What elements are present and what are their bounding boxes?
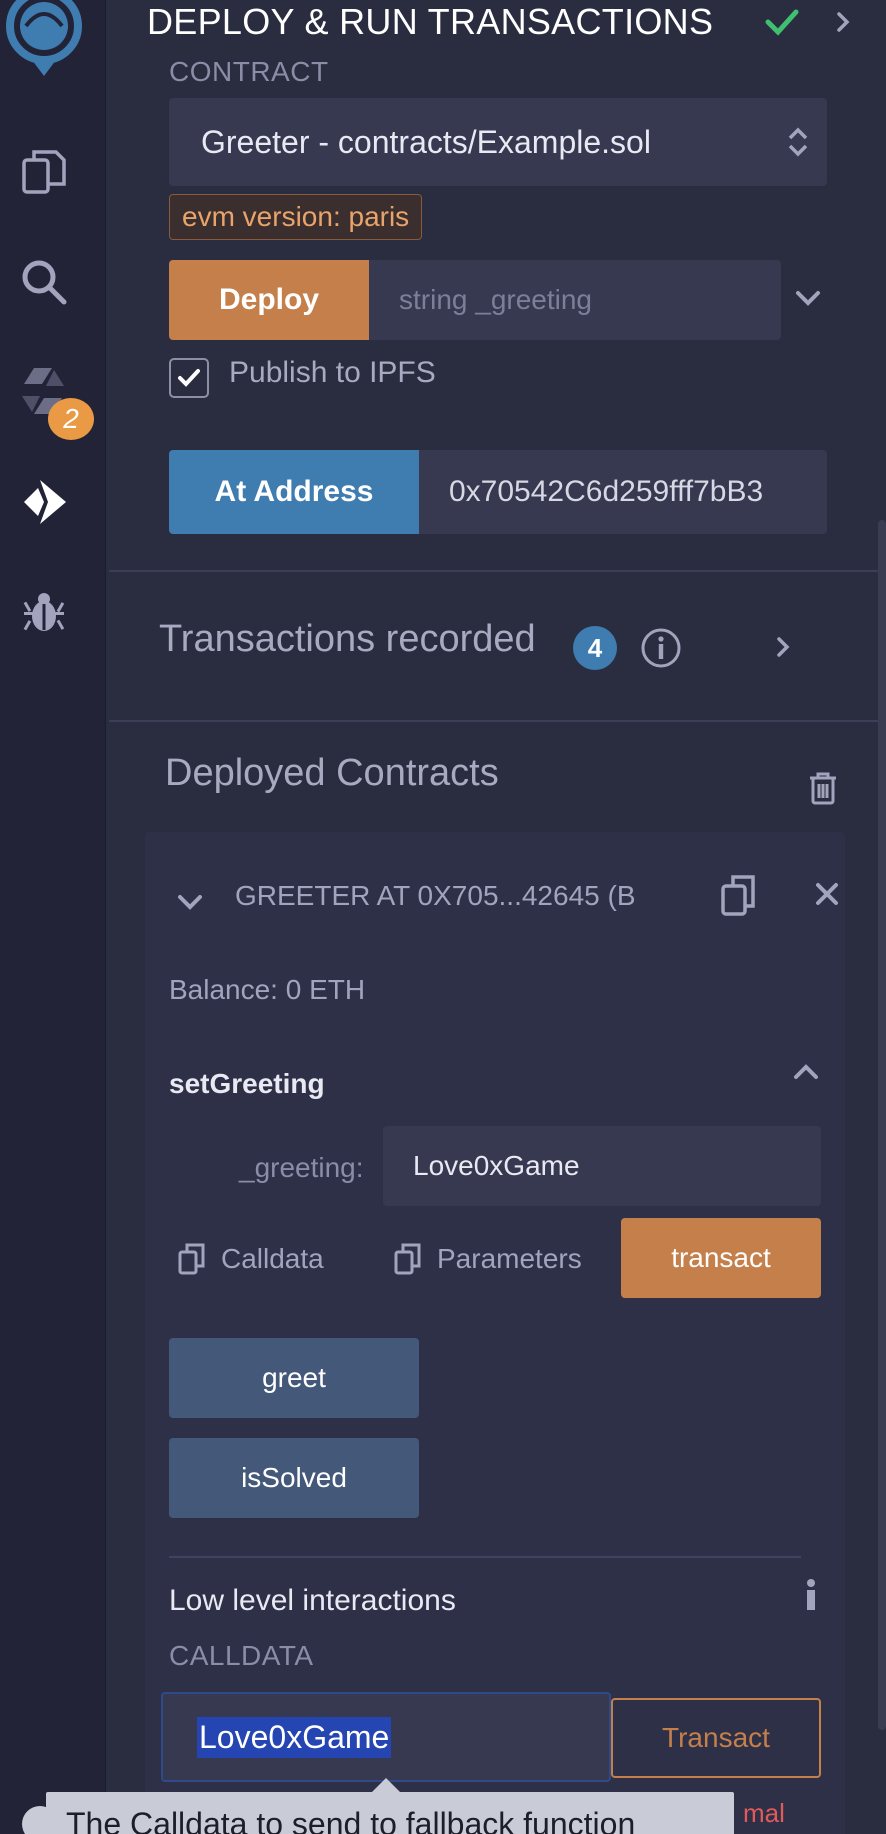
chevron-right-icon[interactable] (829, 8, 857, 36)
panel-title: DEPLOY & RUN TRANSACTIONS (147, 1, 714, 42)
deployed-contracts-title: Deployed Contracts (165, 752, 499, 794)
low-level-title: Low level interactions (169, 1584, 456, 1617)
info-icon[interactable] (639, 626, 683, 670)
chevron-right-icon[interactable] (769, 630, 797, 664)
tooltip-arrow (372, 1778, 400, 1792)
transact-button[interactable]: transact (621, 1218, 821, 1298)
greeting-param-input[interactable]: Love0xGame (383, 1126, 821, 1206)
copy-parameters-button[interactable]: Parameters (393, 1242, 582, 1276)
close-icon[interactable] (813, 880, 841, 908)
calldata-input[interactable]: Love0xGame (161, 1692, 611, 1782)
contract-select-value: Greeter - contracts/Example.sol (201, 123, 651, 160)
trash-icon[interactable] (807, 770, 839, 806)
copy-calldata-button[interactable]: Calldata (177, 1242, 324, 1276)
select-arrows-icon (788, 127, 808, 157)
copy-icon (178, 1243, 205, 1275)
calldata-input-value: Love0xGame (197, 1716, 392, 1758)
contract-label: CONTRACT (169, 56, 329, 87)
issolved-button[interactable]: isSolved (169, 1438, 419, 1518)
remix-logo-icon[interactable] (2, 0, 86, 86)
copy-icon (394, 1243, 421, 1275)
remix-ide: 2 DEPLOY & RUN TRANSACTIONS CONTRACT Gre… (0, 0, 886, 1834)
file-explorer-icon[interactable] (12, 140, 76, 204)
instance-title[interactable]: GREETER AT 0X705...42645 (B (235, 880, 636, 912)
deploy-constructor-input[interactable]: string _greeting (369, 260, 781, 340)
transactions-count-badge: 4 (573, 626, 617, 670)
at-address-button[interactable]: At Address (169, 450, 419, 534)
calldata-error-text: mal (743, 1798, 785, 1828)
deploy-run-panel: DEPLOY & RUN TRANSACTIONS CONTRACT Greet… (107, 0, 886, 1834)
greet-button[interactable]: greet (169, 1338, 419, 1418)
publish-ipfs-label: Publish to IPFS (229, 356, 436, 389)
copy-calldata-label: Calldata (221, 1243, 324, 1274)
low-level-transact-button[interactable]: Transact (611, 1698, 821, 1778)
deploy-run-icon[interactable] (12, 470, 76, 534)
check-icon (762, 6, 802, 38)
debugger-icon[interactable] (12, 580, 76, 644)
icon-rail: 2 (0, 0, 106, 1834)
publish-ipfs-checkbox[interactable] (169, 358, 209, 398)
instance-balance: Balance: 0 ETH (169, 974, 366, 1005)
chevron-up-icon[interactable] (791, 1058, 821, 1084)
section-divider (109, 720, 886, 722)
chevron-down-icon[interactable] (175, 890, 205, 916)
copy-parameters-label: Parameters (437, 1243, 582, 1274)
chevron-down-icon[interactable] (791, 284, 825, 314)
function-name: setGreeting (169, 1068, 325, 1099)
copy-icon[interactable] (719, 872, 759, 918)
calldata-tooltip: The Calldata to send to fallback functio… (46, 1792, 734, 1834)
checkmark-icon (178, 369, 200, 387)
greeting-param-label: _greeting: (239, 1152, 364, 1183)
panel-scrollbar[interactable] (878, 520, 886, 1730)
deployed-instance-card: GREETER AT 0X705...42645 (B Balance: 0 E… (145, 832, 845, 1834)
search-icon[interactable] (12, 250, 76, 314)
at-address-input[interactable]: 0x70542C6d259fff7bB3 (419, 450, 827, 534)
contract-select[interactable]: Greeter - contracts/Example.sol (169, 98, 827, 186)
evm-version-badge: evm version: paris (169, 194, 423, 240)
section-divider (109, 570, 886, 572)
info-icon[interactable] (801, 1578, 821, 1612)
deploy-button[interactable]: Deploy (169, 260, 369, 340)
compiler-warning-badge: 2 (48, 398, 94, 440)
calldata-label: CALLDATA (169, 1640, 314, 1671)
transactions-recorded-title[interactable]: Transactions recorded (159, 618, 536, 661)
instance-divider (169, 1556, 801, 1558)
